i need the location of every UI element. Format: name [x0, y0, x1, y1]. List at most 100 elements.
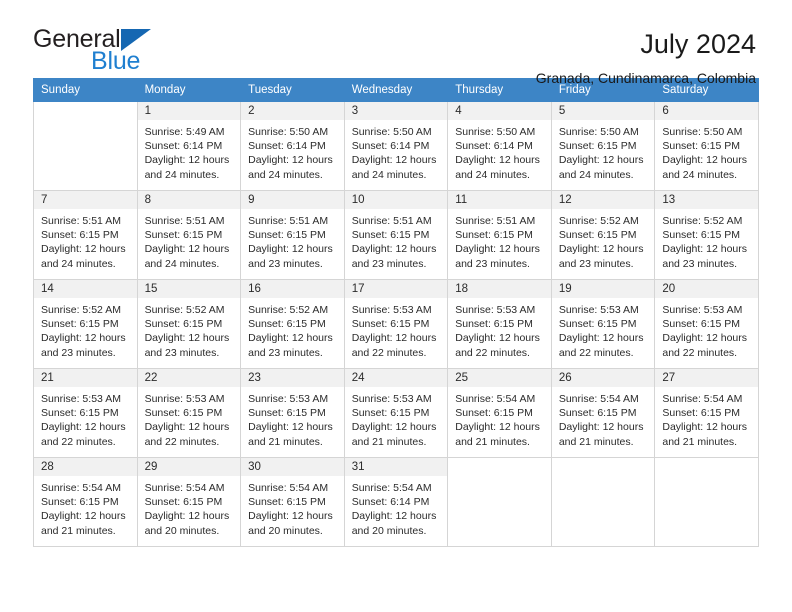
day-cell[interactable]: 5 Sunrise: 5:50 AM Sunset: 6:15 PM Dayli… [550, 101, 656, 191]
day-cell[interactable]: 27 Sunrise: 5:54 AM Sunset: 6:15 PM Dayl… [654, 368, 759, 458]
daylight-text-line2: and 20 minutes. [144, 524, 220, 537]
sunrise-text: Sunrise: 5:54 AM [558, 393, 639, 405]
day-cell[interactable]: 15 Sunrise: 5:52 AM Sunset: 6:15 PM Dayl… [136, 279, 242, 369]
day-cell[interactable]: 23 Sunrise: 5:53 AM Sunset: 6:15 PM Dayl… [240, 368, 345, 458]
sunrise-text: Sunrise: 5:53 AM [351, 393, 432, 405]
day-cell[interactable]: 29 Sunrise: 5:54 AM Sunset: 6:15 PM Dayl… [136, 457, 242, 547]
day-cell[interactable]: 19 Sunrise: 5:53 AM Sunset: 6:15 PM Dayl… [550, 279, 656, 369]
day-cell[interactable]: 20 Sunrise: 5:53 AM Sunset: 6:15 PM Dayl… [654, 279, 759, 369]
day-cell[interactable]: 1 Sunrise: 5:49 AM Sunset: 6:14 PM Dayli… [136, 101, 242, 191]
calendar-week-row: 1 Sunrise: 5:49 AM Sunset: 6:14 PM Dayli… [33, 101, 759, 191]
sunset-text: Sunset: 6:15 PM [455, 407, 533, 420]
day-number: 2 [241, 102, 344, 120]
day-cell[interactable]: 13 Sunrise: 5:52 AM Sunset: 6:15 PM Dayl… [654, 190, 759, 280]
daylight-text-line1: Daylight: 12 hours [351, 154, 437, 167]
sunrise-text: Sunrise: 5:53 AM [351, 304, 432, 316]
sunset-text: Sunset: 6:15 PM [455, 318, 533, 331]
day-cell[interactable]: 14 Sunrise: 5:52 AM Sunset: 6:15 PM Dayl… [33, 279, 138, 369]
sunrise-text: Sunrise: 5:52 AM [41, 304, 121, 316]
daylight-text-line1: Daylight: 12 hours [455, 421, 540, 434]
day-cell[interactable]: 11 Sunrise: 5:51 AM Sunset: 6:15 PM Dayl… [447, 190, 552, 280]
daylight-text-line1: Daylight: 12 hours [455, 243, 540, 256]
calendar-table: Sunday Monday Tuesday Wednesday Thursday… [33, 78, 759, 547]
daylight-text-line2: and 23 minutes. [351, 257, 427, 270]
day-info: Sunrise: 5:52 AM Sunset: 6:15 PM Dayligh… [655, 209, 758, 271]
daylight-text-line2: and 24 minutes. [455, 168, 530, 181]
day-info: Sunrise: 5:51 AM Sunset: 6:15 PM Dayligh… [34, 209, 137, 271]
day-cell[interactable]: 28 Sunrise: 5:54 AM Sunset: 6:15 PM Dayl… [33, 457, 138, 547]
daylight-text-line1: Daylight: 12 hours [662, 243, 748, 256]
daylight-text-line2: and 22 minutes. [144, 435, 220, 448]
day-cell[interactable]: 12 Sunrise: 5:52 AM Sunset: 6:15 PM Dayl… [550, 190, 656, 280]
day-info: Sunrise: 5:53 AM Sunset: 6:15 PM Dayligh… [448, 298, 551, 360]
daylight-text-line1: Daylight: 12 hours [248, 510, 333, 523]
daylight-text-line2: and 24 minutes. [351, 168, 427, 181]
daylight-text-line1: Daylight: 12 hours [248, 154, 333, 167]
day-cell[interactable]: 8 Sunrise: 5:51 AM Sunset: 6:15 PM Dayli… [136, 190, 242, 280]
daylight-text-line2: and 20 minutes. [351, 524, 427, 537]
day-number: 26 [551, 369, 655, 387]
sunrise-text: Sunrise: 5:53 AM [558, 304, 639, 316]
day-number: 21 [34, 369, 137, 387]
sunset-text: Sunset: 6:15 PM [558, 229, 637, 242]
daylight-text-line2: and 21 minutes. [248, 435, 323, 448]
calendar-body: 1 Sunrise: 5:49 AM Sunset: 6:14 PM Dayli… [33, 101, 759, 547]
daylight-text-line1: Daylight: 12 hours [144, 332, 230, 345]
day-info: Sunrise: 5:49 AM Sunset: 6:14 PM Dayligh… [138, 120, 241, 182]
daylight-text-line1: Daylight: 12 hours [558, 421, 644, 434]
day-number: 6 [655, 102, 758, 120]
day-cell-empty [447, 457, 552, 547]
sunset-text: Sunset: 6:15 PM [248, 229, 326, 242]
day-number: 27 [655, 369, 758, 387]
sunrise-text: Sunrise: 5:52 AM [144, 304, 225, 316]
day-cell[interactable]: 4 Sunrise: 5:50 AM Sunset: 6:14 PM Dayli… [447, 101, 552, 191]
weekday-header-tuesday: Tuesday [240, 78, 345, 102]
sunrise-text: Sunrise: 5:53 AM [248, 393, 329, 405]
day-cell[interactable]: 25 Sunrise: 5:54 AM Sunset: 6:15 PM Dayl… [447, 368, 552, 458]
sunset-text: Sunset: 6:15 PM [558, 140, 637, 153]
day-cell[interactable]: 31 Sunrise: 5:54 AM Sunset: 6:14 PM Dayl… [343, 457, 449, 547]
day-cell[interactable]: 24 Sunrise: 5:53 AM Sunset: 6:15 PM Dayl… [343, 368, 449, 458]
sunrise-text: Sunrise: 5:54 AM [455, 393, 536, 405]
logo-text-blue: Blue [91, 47, 141, 75]
day-number: 18 [448, 280, 551, 298]
day-cell[interactable]: 17 Sunrise: 5:53 AM Sunset: 6:15 PM Dayl… [343, 279, 449, 369]
day-number: 11 [448, 191, 551, 209]
day-number: 5 [551, 102, 655, 120]
generalblue-logo[interactable]: General Blue [33, 26, 151, 74]
daylight-text-line1: Daylight: 12 hours [351, 243, 437, 256]
day-cell[interactable]: 2 Sunrise: 5:50 AM Sunset: 6:14 PM Dayli… [240, 101, 345, 191]
day-cell[interactable]: 21 Sunrise: 5:53 AM Sunset: 6:15 PM Dayl… [33, 368, 138, 458]
day-info: Sunrise: 5:50 AM Sunset: 6:14 PM Dayligh… [241, 120, 344, 182]
daylight-text-line1: Daylight: 12 hours [558, 332, 644, 345]
day-cell[interactable]: 10 Sunrise: 5:51 AM Sunset: 6:15 PM Dayl… [343, 190, 449, 280]
day-info: Sunrise: 5:51 AM Sunset: 6:15 PM Dayligh… [138, 209, 241, 271]
sunset-text: Sunset: 6:14 PM [351, 496, 430, 509]
day-cell[interactable]: 22 Sunrise: 5:53 AM Sunset: 6:15 PM Dayl… [136, 368, 242, 458]
day-info: Sunrise: 5:54 AM Sunset: 6:15 PM Dayligh… [138, 476, 241, 538]
daylight-text-line2: and 22 minutes. [41, 435, 116, 448]
day-cell[interactable]: 3 Sunrise: 5:50 AM Sunset: 6:14 PM Dayli… [343, 101, 449, 191]
daylight-text-line2: and 21 minutes. [351, 435, 427, 448]
day-cell[interactable]: 9 Sunrise: 5:51 AM Sunset: 6:15 PM Dayli… [240, 190, 345, 280]
daylight-text-line1: Daylight: 12 hours [662, 332, 748, 345]
day-cell[interactable]: 26 Sunrise: 5:54 AM Sunset: 6:15 PM Dayl… [550, 368, 656, 458]
daylight-text-line2: and 24 minutes. [41, 257, 116, 270]
sunset-text: Sunset: 6:14 PM [144, 140, 223, 153]
sunrise-text: Sunrise: 5:52 AM [248, 304, 329, 316]
daylight-text-line1: Daylight: 12 hours [248, 332, 333, 345]
day-number: 28 [34, 458, 137, 476]
daylight-text-line2: and 21 minutes. [41, 524, 116, 537]
weekday-header-wednesday: Wednesday [343, 78, 449, 102]
sunset-text: Sunset: 6:15 PM [144, 318, 223, 331]
day-cell[interactable]: 7 Sunrise: 5:51 AM Sunset: 6:15 PM Dayli… [33, 190, 138, 280]
sunset-text: Sunset: 6:15 PM [248, 496, 326, 509]
day-cell[interactable]: 30 Sunrise: 5:54 AM Sunset: 6:15 PM Dayl… [240, 457, 345, 547]
day-cell[interactable]: 16 Sunrise: 5:52 AM Sunset: 6:15 PM Dayl… [240, 279, 345, 369]
day-cell[interactable]: 6 Sunrise: 5:50 AM Sunset: 6:15 PM Dayli… [654, 101, 759, 191]
day-cell[interactable]: 18 Sunrise: 5:53 AM Sunset: 6:15 PM Dayl… [447, 279, 552, 369]
daylight-text-line1: Daylight: 12 hours [351, 421, 437, 434]
day-info: Sunrise: 5:50 AM Sunset: 6:15 PM Dayligh… [552, 120, 655, 182]
weekday-header-sunday: Sunday [33, 78, 138, 102]
day-info: Sunrise: 5:54 AM Sunset: 6:15 PM Dayligh… [552, 387, 655, 449]
